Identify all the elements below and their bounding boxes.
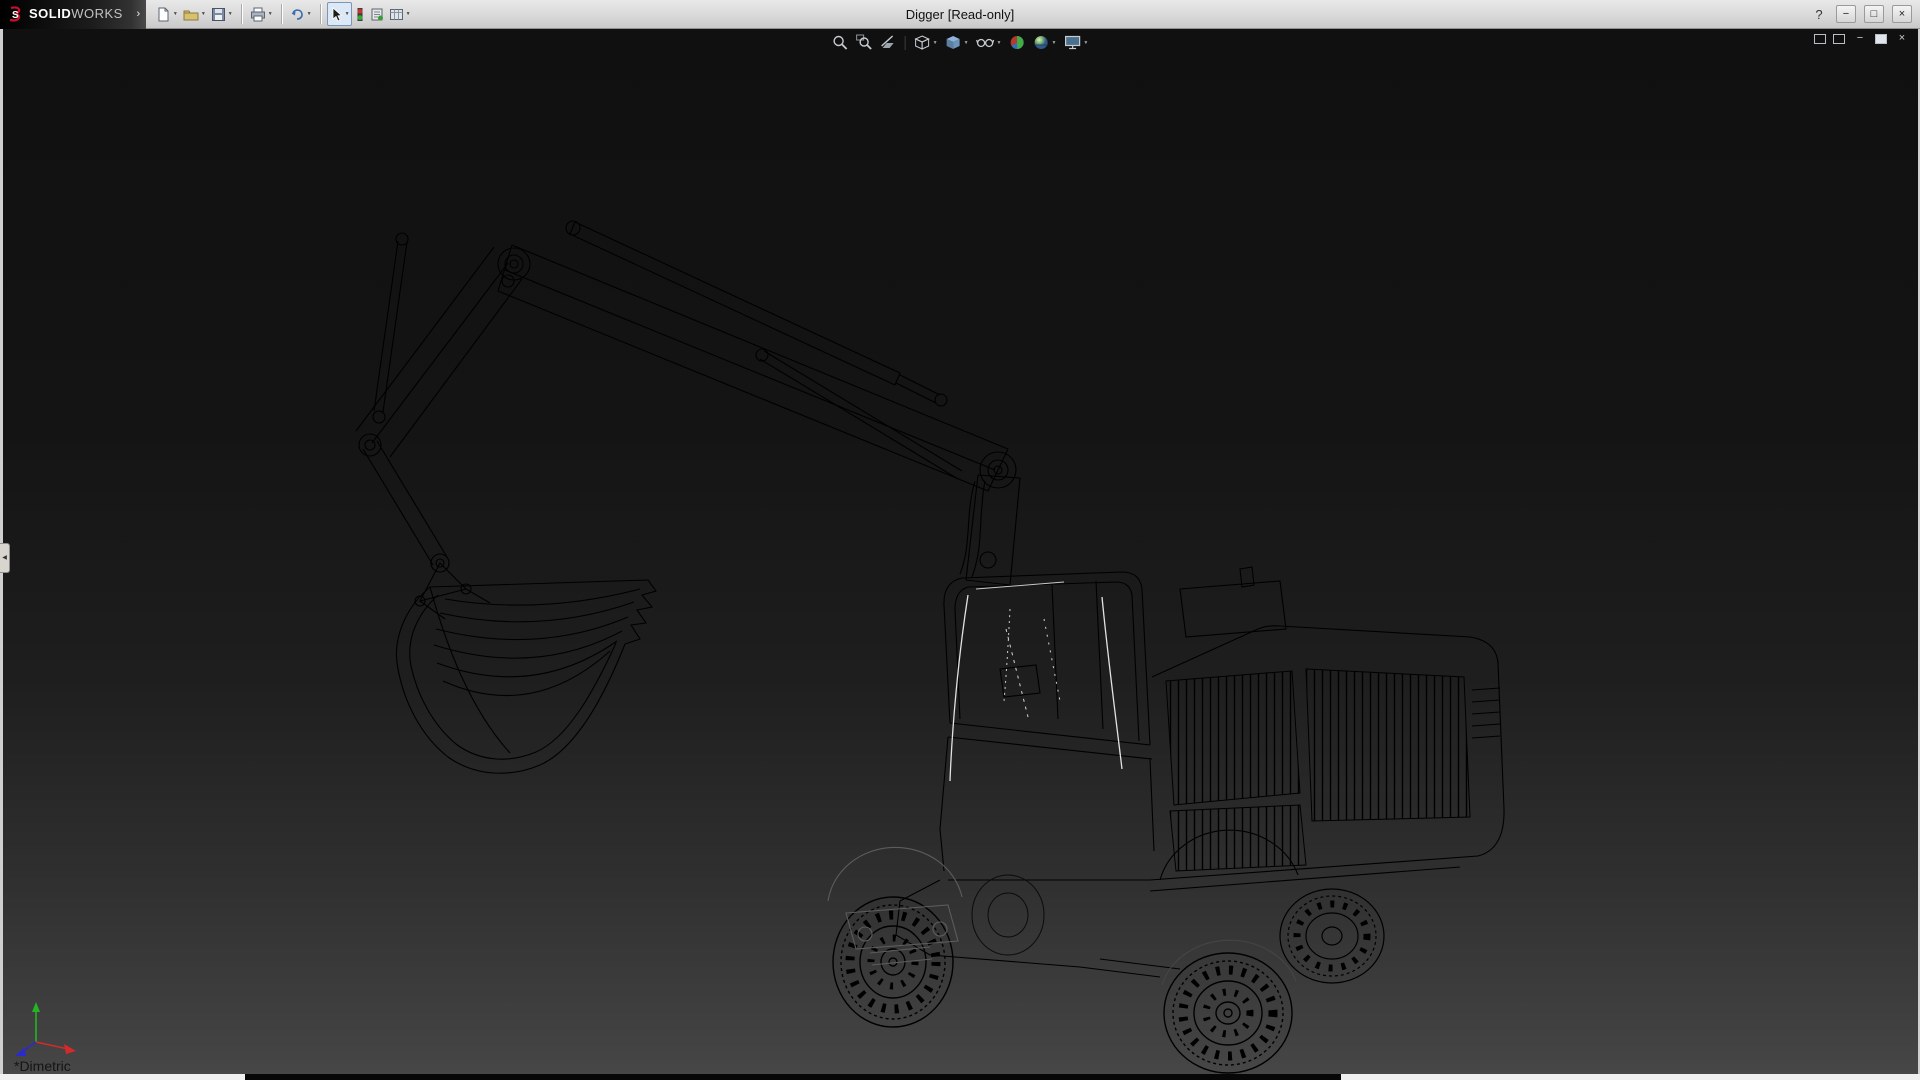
view-orientation-button[interactable]: ▼ [912, 32, 940, 53]
color-swatch-icon [355, 7, 365, 22]
toolbar-separator [241, 4, 242, 24]
select-button[interactable]: ▼ [327, 2, 352, 26]
open-folder-icon [183, 7, 199, 22]
rebuild-icon [370, 7, 384, 22]
reference-triad [6, 998, 86, 1062]
taskbar-segment-left [0, 1074, 245, 1080]
zoom-to-area-icon [856, 34, 873, 51]
dassault-logo-icon: S [6, 5, 24, 23]
chevron-down-icon[interactable]: ▼ [345, 11, 350, 17]
undo-button[interactable]: ▼ [288, 2, 314, 26]
chevron-down-icon[interactable]: ▼ [201, 11, 206, 17]
color-swatch-button[interactable] [353, 2, 367, 26]
solidworks-logo: S SOLIDWORKS [0, 0, 131, 29]
appearance-sphere-icon [1008, 34, 1025, 51]
view-settings-monitor-icon [1063, 34, 1081, 51]
featuremanager-collapse-tab[interactable]: ◀ [0, 543, 10, 573]
display-style-cube-icon [945, 34, 962, 51]
brand-text: SOLIDWORKS [29, 5, 123, 23]
scene-sphere-icon [1032, 34, 1049, 51]
titlebar-controls: ? − □ × [1810, 5, 1920, 23]
new-document-button[interactable]: ▼ [154, 2, 180, 26]
chevron-down-icon[interactable]: ▼ [1083, 40, 1088, 46]
chevron-down-icon[interactable]: ▼ [1051, 40, 1056, 46]
bottom-strip [0, 1074, 1920, 1080]
restore-button[interactable]: □ [1864, 5, 1884, 23]
toolbar-separator [905, 36, 906, 50]
glasses-icon [976, 34, 995, 51]
minimize-button[interactable]: − [1836, 5, 1856, 23]
menu-expand-arrow-icon[interactable]: › [131, 0, 146, 29]
main-toolbar: ▼ ▼ ▼ [154, 2, 413, 26]
toolbar-separator [320, 4, 321, 24]
chevron-down-icon[interactable]: ▼ [406, 11, 411, 17]
document-restore-button[interactable] [1875, 34, 1887, 44]
taskbar-segment-right [1341, 1074, 1920, 1080]
hide-show-items-button[interactable]: ▼ [974, 32, 1004, 53]
chevron-down-icon[interactable]: ▼ [933, 40, 938, 46]
chevron-down-icon[interactable]: ▼ [173, 11, 178, 17]
options-button[interactable]: ▼ [387, 2, 413, 26]
view-settings-button[interactable]: ▼ [1061, 32, 1090, 53]
rebuild-button[interactable] [368, 2, 386, 26]
view-orientation-label: *Dimetric [14, 1058, 71, 1074]
print-icon [250, 7, 266, 22]
display-style-button[interactable]: ▼ [943, 32, 971, 53]
chevron-down-icon[interactable]: ▼ [268, 11, 273, 17]
save-button[interactable]: ▼ [209, 2, 235, 26]
excavator-wireframe-model [0, 29, 1920, 1074]
headsup-view-toolbar: ▼ ▼ ▼ [830, 32, 1091, 53]
svg-text:S: S [12, 10, 19, 21]
new-document-icon [156, 7, 171, 22]
select-cursor-icon [329, 7, 343, 22]
options-sheet-icon [389, 7, 404, 22]
edit-appearance-button[interactable] [1006, 32, 1027, 53]
apply-scene-button[interactable]: ▼ [1030, 32, 1058, 53]
close-button[interactable]: × [1892, 5, 1912, 23]
undo-arrow-icon [290, 7, 305, 22]
chevron-down-icon[interactable]: ▼ [964, 40, 969, 46]
help-icon[interactable]: ? [1810, 7, 1828, 22]
view-orientation-cube-icon [914, 34, 931, 51]
section-view-button[interactable] [878, 32, 899, 53]
zoom-to-fit-button[interactable] [830, 32, 851, 53]
graphics-area[interactable]: ▼ ▼ ▼ [0, 29, 1920, 1074]
solidworks-window: S SOLIDWORKS › ▼ ▼ [0, 0, 1920, 1080]
titlebar: S SOLIDWORKS › ▼ ▼ [0, 0, 1920, 29]
cascade-windows-icon[interactable] [1833, 34, 1845, 44]
document-close-button[interactable]: × [1894, 32, 1910, 46]
toolbar-separator [281, 4, 282, 24]
tile-windows-icon[interactable] [1814, 34, 1826, 44]
zoom-to-area-button[interactable] [854, 32, 875, 53]
print-button[interactable]: ▼ [248, 2, 275, 26]
zoom-to-fit-icon [832, 34, 849, 51]
open-button[interactable]: ▼ [181, 2, 208, 26]
save-floppy-icon [211, 7, 226, 22]
chevron-down-icon[interactable]: ▼ [997, 40, 1002, 46]
chevron-down-icon[interactable]: ▼ [307, 11, 312, 17]
taskbar-segment-middle [245, 1074, 1341, 1080]
document-minimize-button[interactable]: − [1852, 32, 1868, 46]
section-view-icon [880, 34, 897, 51]
chevron-down-icon[interactable]: ▼ [228, 11, 233, 17]
document-window-controls: − × [1814, 32, 1910, 46]
